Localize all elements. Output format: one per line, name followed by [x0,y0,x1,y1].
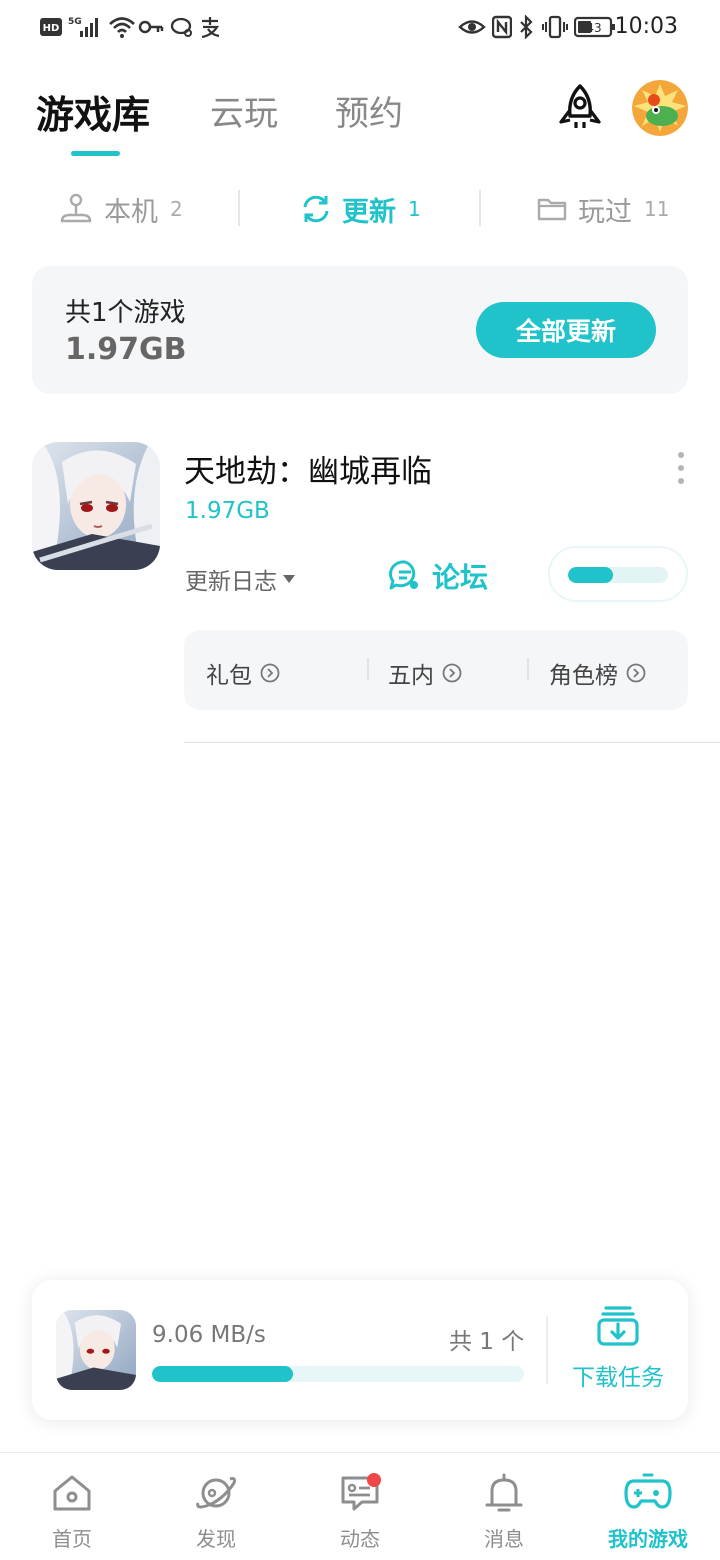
nav-discover[interactable]: 发现 [144,1471,288,1555]
notification-badge [367,1473,381,1487]
game-links-card: 礼包 五内 角色榜 [184,630,688,710]
forum-button[interactable]: 论坛 [388,556,488,596]
changelog-label: 更新日志 [185,569,277,595]
status-bar: HD 5G 43 10:03 [0,0,720,56]
subtab-local-label: 本机 [104,196,158,228]
gamepad-icon [624,1473,672,1509]
update-summary-card: 共1个游戏 1.97GB 全部更新 [32,266,688,394]
link-character-ranking[interactable]: 角色榜 [549,656,646,690]
alipay-icon [198,14,222,40]
subtab-updates-count: 1 [408,197,421,221]
hd-icon: HD [40,14,62,40]
item-progress-fill [568,567,613,583]
download-progress-fill [152,1366,294,1382]
app-root: HD 5G 43 10:03 游戏库 云玩 预约 本机 2 更新 1 玩过 11… [0,0,720,1560]
game-size: 1.97GB [185,498,270,524]
avatar[interactable] [632,80,688,136]
tab-reservations[interactable]: 预约 [335,86,403,135]
caret-down-icon [283,575,295,583]
download-divider [546,1316,548,1384]
download-count: 共 1 个 [449,1329,525,1355]
more-options-icon[interactable] [676,452,686,484]
download-manager-bar[interactable]: 9.06 MB/s 共 1 个 下载任务 [32,1280,688,1420]
summary-size: 1.97GB [65,332,187,367]
forum-icon [389,560,418,590]
link-divider [527,658,529,680]
nav-discover-label: 发现 [196,1527,236,1551]
download-tasks-label: 下载任务 [572,1365,664,1391]
nav-feed-label: 动态 [340,1527,380,1551]
nav-messages-label: 消息 [484,1527,524,1551]
link-gift-pack-label: 礼包 [206,663,252,689]
nav-my-games-label: 我的游戏 [608,1527,688,1551]
nav-feed[interactable]: 动态 [288,1471,432,1555]
tab-game-library[interactable]: 游戏库 [36,84,150,139]
link-divider [367,658,369,680]
signal-5g-icon: 5G [68,14,104,40]
circle-chevron-icon [442,663,462,683]
link-character-ranking-label: 角色榜 [549,663,618,689]
subtab-local-count: 2 [170,197,183,221]
svg-text:43: 43 [586,21,601,35]
link-wunei-label: 五内 [388,663,434,689]
chat-icon [170,14,194,40]
subtab-updates[interactable]: 更新 1 [300,186,421,232]
link-gift-pack[interactable]: 礼包 [206,656,280,690]
subtab-played[interactable]: 玩过 11 [536,186,669,232]
item-progress-track [568,567,668,583]
download-game-thumbnail [56,1310,136,1390]
bluetooth-icon [518,14,534,40]
vibrate-icon [542,14,568,40]
subtab-played-count: 11 [644,197,670,221]
forum-label: 论坛 [432,561,489,594]
nfc-icon [492,14,512,40]
subtab-divider [238,190,240,226]
home-icon [53,1475,91,1511]
game-title[interactable]: 天地劫：幽城再临 [184,446,432,491]
joystick-icon [60,193,92,223]
rocket-icon[interactable] [554,82,606,134]
svg-text:HD: HD [43,23,60,34]
subtab-updates-label: 更新 [342,196,396,228]
download-tray-icon [597,1306,639,1346]
active-tab-indicator [71,151,120,156]
nav-messages[interactable]: 消息 [432,1471,576,1555]
subtab-divider [479,190,481,226]
game-icon[interactable] [32,442,160,570]
battery-icon: 43 [574,14,616,40]
summary-title: 共1个游戏 [65,298,186,328]
tab-cloud-play[interactable]: 云玩 [210,86,278,135]
bottom-navigation: 首页 发现 动态 消息 我的游戏 [0,1452,720,1560]
folder-icon [537,198,567,221]
nav-my-games[interactable]: 我的游戏 [576,1471,720,1555]
key-icon [138,14,164,40]
circle-chevron-icon [260,663,280,683]
download-progress-track [152,1366,524,1382]
eye-icon [458,14,486,40]
download-tasks-button[interactable]: 下载任务 [568,1304,668,1400]
download-speed: 9.06 MB/s [152,1322,266,1348]
status-time: 10:03 [614,14,678,39]
subtab-played-label: 玩过 [578,196,632,228]
refresh-icon [303,195,329,223]
list-divider [184,742,720,743]
svg-text:5G: 5G [68,17,82,27]
nav-home[interactable]: 首页 [0,1471,144,1555]
wifi-icon [108,14,136,40]
nav-home-label: 首页 [52,1527,92,1551]
bell-icon [485,1473,523,1512]
changelog-toggle[interactable]: 更新日志 [185,562,295,596]
planet-icon [196,1477,236,1509]
download-progress-button[interactable] [548,546,688,602]
circle-chevron-icon [626,663,646,683]
link-wunei[interactable]: 五内 [388,656,462,690]
update-all-button[interactable]: 全部更新 [476,302,656,358]
subtab-local[interactable]: 本机 2 [58,186,183,232]
